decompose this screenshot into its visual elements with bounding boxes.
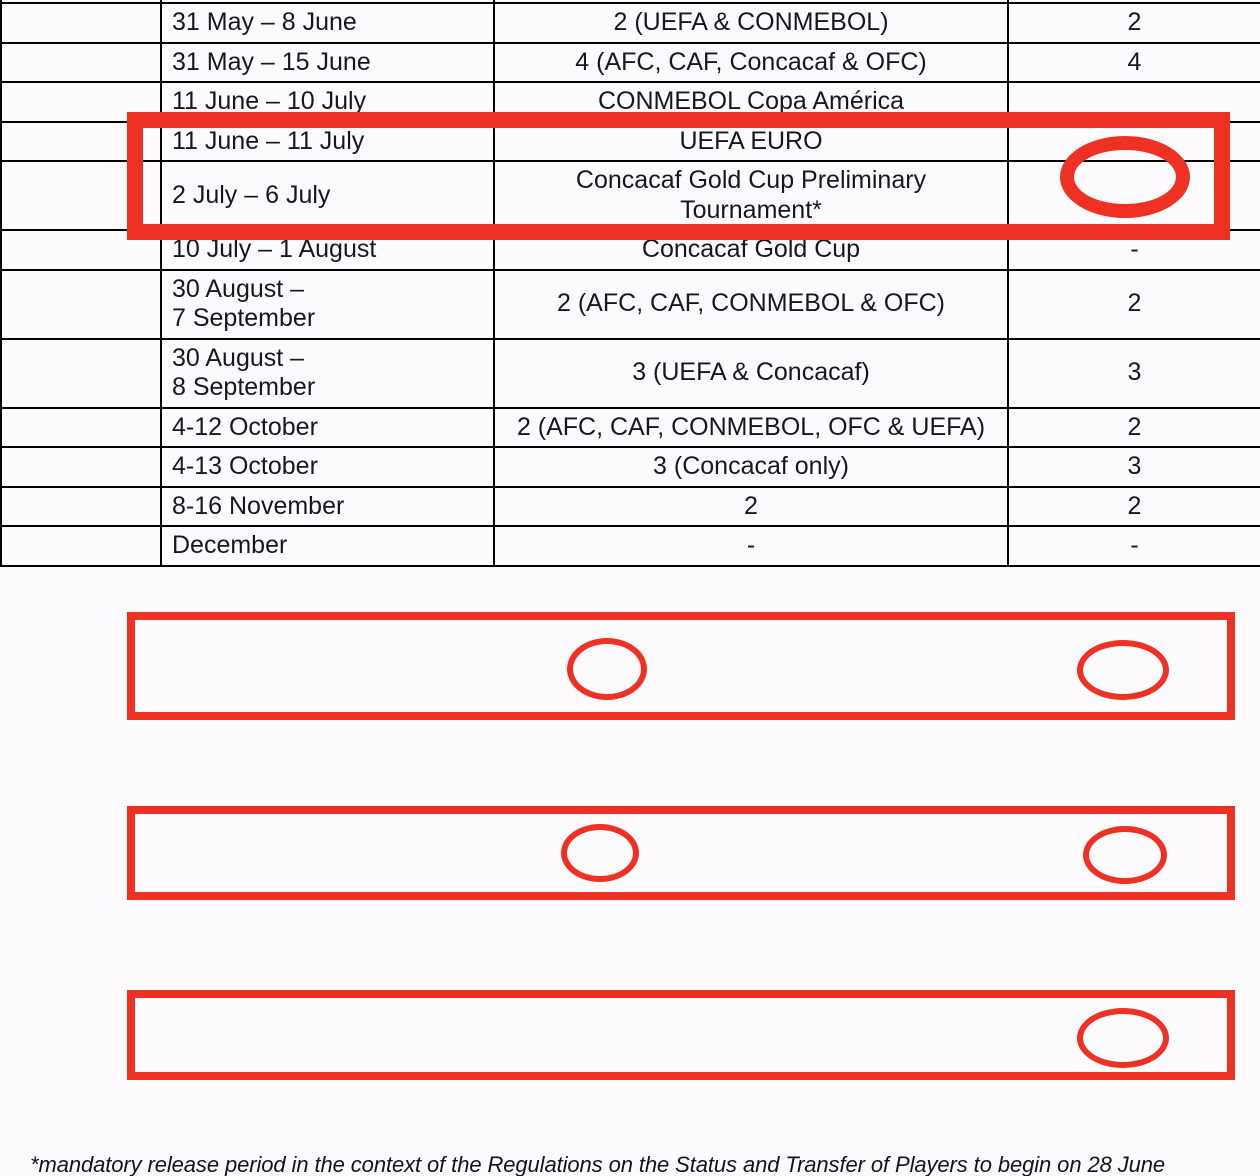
row-count-cell: 2 [1007, 485, 1260, 527]
row-dates-cell: 2 July – 6 July [160, 160, 495, 231]
table-row: 4-13 October 3 (Concacaf only) 3 [0, 446, 1260, 488]
row-detail-cell: - [493, 525, 1009, 567]
row-highlight-4-12-october [127, 806, 1235, 900]
row-spacer-cell [0, 525, 162, 567]
row-detail-cell: 3 (Concacaf only) [493, 446, 1009, 488]
row-spacer-cell [0, 337, 162, 409]
row-detail-cell: 2 (AFC, CAF, CONMEBOL, OFC & UEFA) [493, 406, 1009, 448]
international-match-calendar-table: 31 May – 8 June 2 (UEFA & CONMEBOL) 2 31 Ma… [0, 0, 1260, 567]
row-dates-cell: 10 July – 1 August [160, 229, 495, 271]
circle-afc-september [567, 638, 647, 700]
row-spacer-cell [0, 2, 162, 44]
row-count-cell: 4 [1007, 41, 1260, 83]
table-row: 8-16 November 2 2 [0, 485, 1260, 527]
circle-afc-october [561, 824, 639, 882]
row-detail-cell: CONMEBOL Copa América [493, 81, 1009, 123]
row-detail-cell: 2 (UEFA & CONMEBOL) [493, 2, 1009, 44]
row-spacer-cell [0, 406, 162, 448]
row-count-cell: 2 [1007, 268, 1260, 340]
table-row: 31 May – 15 June 4 (AFC, CAF, Concacaf & … [0, 41, 1260, 83]
footnote-mandatory-release-period: *mandatory release period in the context… [30, 1152, 1166, 1176]
row-dates-cell: December [160, 525, 495, 567]
row-count-cell [1007, 160, 1260, 231]
row-spacer-cell [0, 229, 162, 271]
circle-count-2-october [1083, 826, 1167, 884]
table-row: 31 May – 8 June 2 (UEFA & CONMEBOL) 2 [0, 2, 1260, 44]
row-detail-cell: 2 (AFC, CAF, CONMEBOL & OFC) [493, 268, 1009, 340]
row-spacer-cell [0, 268, 162, 340]
row-dates-cell: 30 August –8 September [160, 337, 495, 409]
row-count-cell: 2 [1007, 2, 1260, 44]
row-spacer-cell [0, 160, 162, 231]
table-row: 10 July – 1 August Concacaf Gold Cup - [0, 229, 1260, 271]
row-spacer-cell [0, 485, 162, 527]
row-detail-cell: 4 (AFC, CAF, Concacaf & OFC) [493, 41, 1009, 83]
row-spacer-cell [0, 81, 162, 123]
row-dates-cell: 11 June – 11 July [160, 120, 495, 162]
row-count-cell [1007, 81, 1260, 123]
row-dates-cell: 31 May – 8 June [160, 2, 495, 44]
row-detail-cell: Concacaf Gold Cup [493, 229, 1009, 271]
row-count-cell: 3 [1007, 446, 1260, 488]
table-row: 30 August –7 September 2 (AFC, CAF, CONME… [0, 268, 1260, 340]
row-count-cell: 2 [1007, 406, 1260, 448]
calendar-sheet: 31 May – 8 June 2 (UEFA & CONMEBOL) 2 31 Ma… [0, 0, 1260, 1176]
row-dates-cell: 8-16 November [160, 485, 495, 527]
row-highlight-30aug-7sep [127, 612, 1235, 720]
circle-count-2-november [1077, 1008, 1169, 1068]
table-row: 11 June – 10 July CONMEBOL Copa América [0, 81, 1260, 123]
row-count-cell [1007, 120, 1260, 162]
row-spacer-cell [0, 120, 162, 162]
table-row: 4-12 October 2 (AFC, CAF, CONMEBOL, OFC &… [0, 406, 1260, 448]
row-count-cell: - [1007, 229, 1260, 271]
row-count-cell: 3 [1007, 337, 1260, 409]
row-detail-cell: Concacaf Gold Cup Preliminary Tournament… [493, 160, 1009, 231]
row-detail-cell: 3 (UEFA & Concacaf) [493, 337, 1009, 409]
row-dates-cell: 30 August –7 September [160, 268, 495, 340]
circle-count-2-september [1077, 640, 1169, 700]
row-dates-cell: 4-13 October [160, 446, 495, 488]
row-highlight-8-16-november [127, 990, 1235, 1080]
row-dates-cell: 31 May – 15 June [160, 41, 495, 83]
row-dates-cell: 4-12 October [160, 406, 495, 448]
table-row: 30 August –8 September 3 (UEFA & Concacaf… [0, 337, 1260, 409]
table-row: 2 July – 6 July Concacaf Gold Cup Prelimi… [0, 160, 1260, 231]
table-row: December - - [0, 525, 1260, 567]
table-row: 11 June – 11 July UEFA EURO [0, 120, 1260, 162]
row-spacer-cell [0, 41, 162, 83]
row-dates-cell: 11 June – 10 July [160, 81, 495, 123]
row-detail-cell: 2 [493, 485, 1009, 527]
row-count-cell: - [1007, 525, 1260, 567]
row-spacer-cell [0, 446, 162, 488]
row-detail-cell: UEFA EURO [493, 120, 1009, 162]
